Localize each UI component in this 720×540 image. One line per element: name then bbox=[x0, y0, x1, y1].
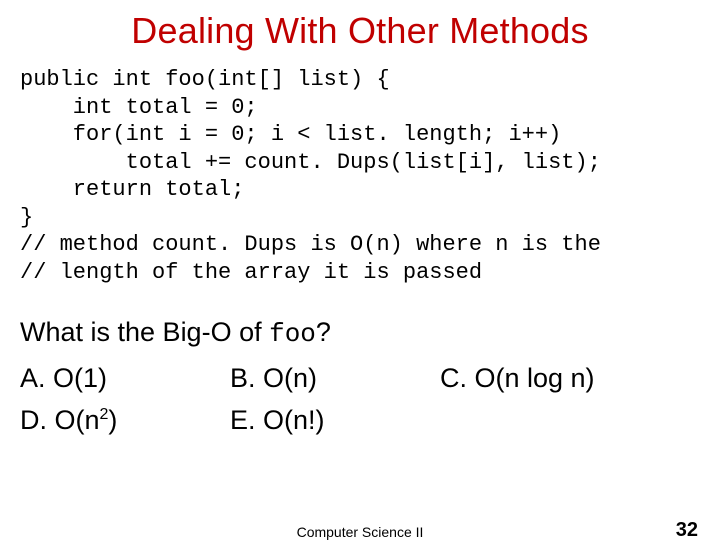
choice-e: E. O(n!) bbox=[230, 402, 430, 438]
choice-blank bbox=[440, 402, 700, 438]
answer-choices: A. O(1) B. O(n) C. O(n log n) D. O(n2) E… bbox=[20, 360, 720, 439]
footer-page-number: 32 bbox=[676, 519, 698, 540]
question-text: What is the Big-O of foo? bbox=[20, 312, 720, 354]
code-block: public int foo(int[] list) { int total =… bbox=[20, 66, 720, 286]
choice-b: B. O(n) bbox=[230, 360, 430, 396]
footer-course: Computer Science II bbox=[0, 524, 720, 540]
choice-c: C. O(n log n) bbox=[440, 360, 700, 396]
question-func: foo bbox=[269, 319, 316, 349]
slide-title: Dealing With Other Methods bbox=[0, 10, 720, 52]
choice-d-prefix: D. O(n bbox=[20, 405, 100, 435]
question-prefix: What is the Big-O of bbox=[20, 317, 269, 347]
question-suffix: ? bbox=[316, 317, 331, 347]
choice-a: A. O(1) bbox=[20, 360, 220, 396]
choice-d-suffix: ) bbox=[108, 405, 117, 435]
choice-d: D. O(n2) bbox=[20, 402, 220, 438]
slide: Dealing With Other Methods public int fo… bbox=[0, 10, 720, 540]
